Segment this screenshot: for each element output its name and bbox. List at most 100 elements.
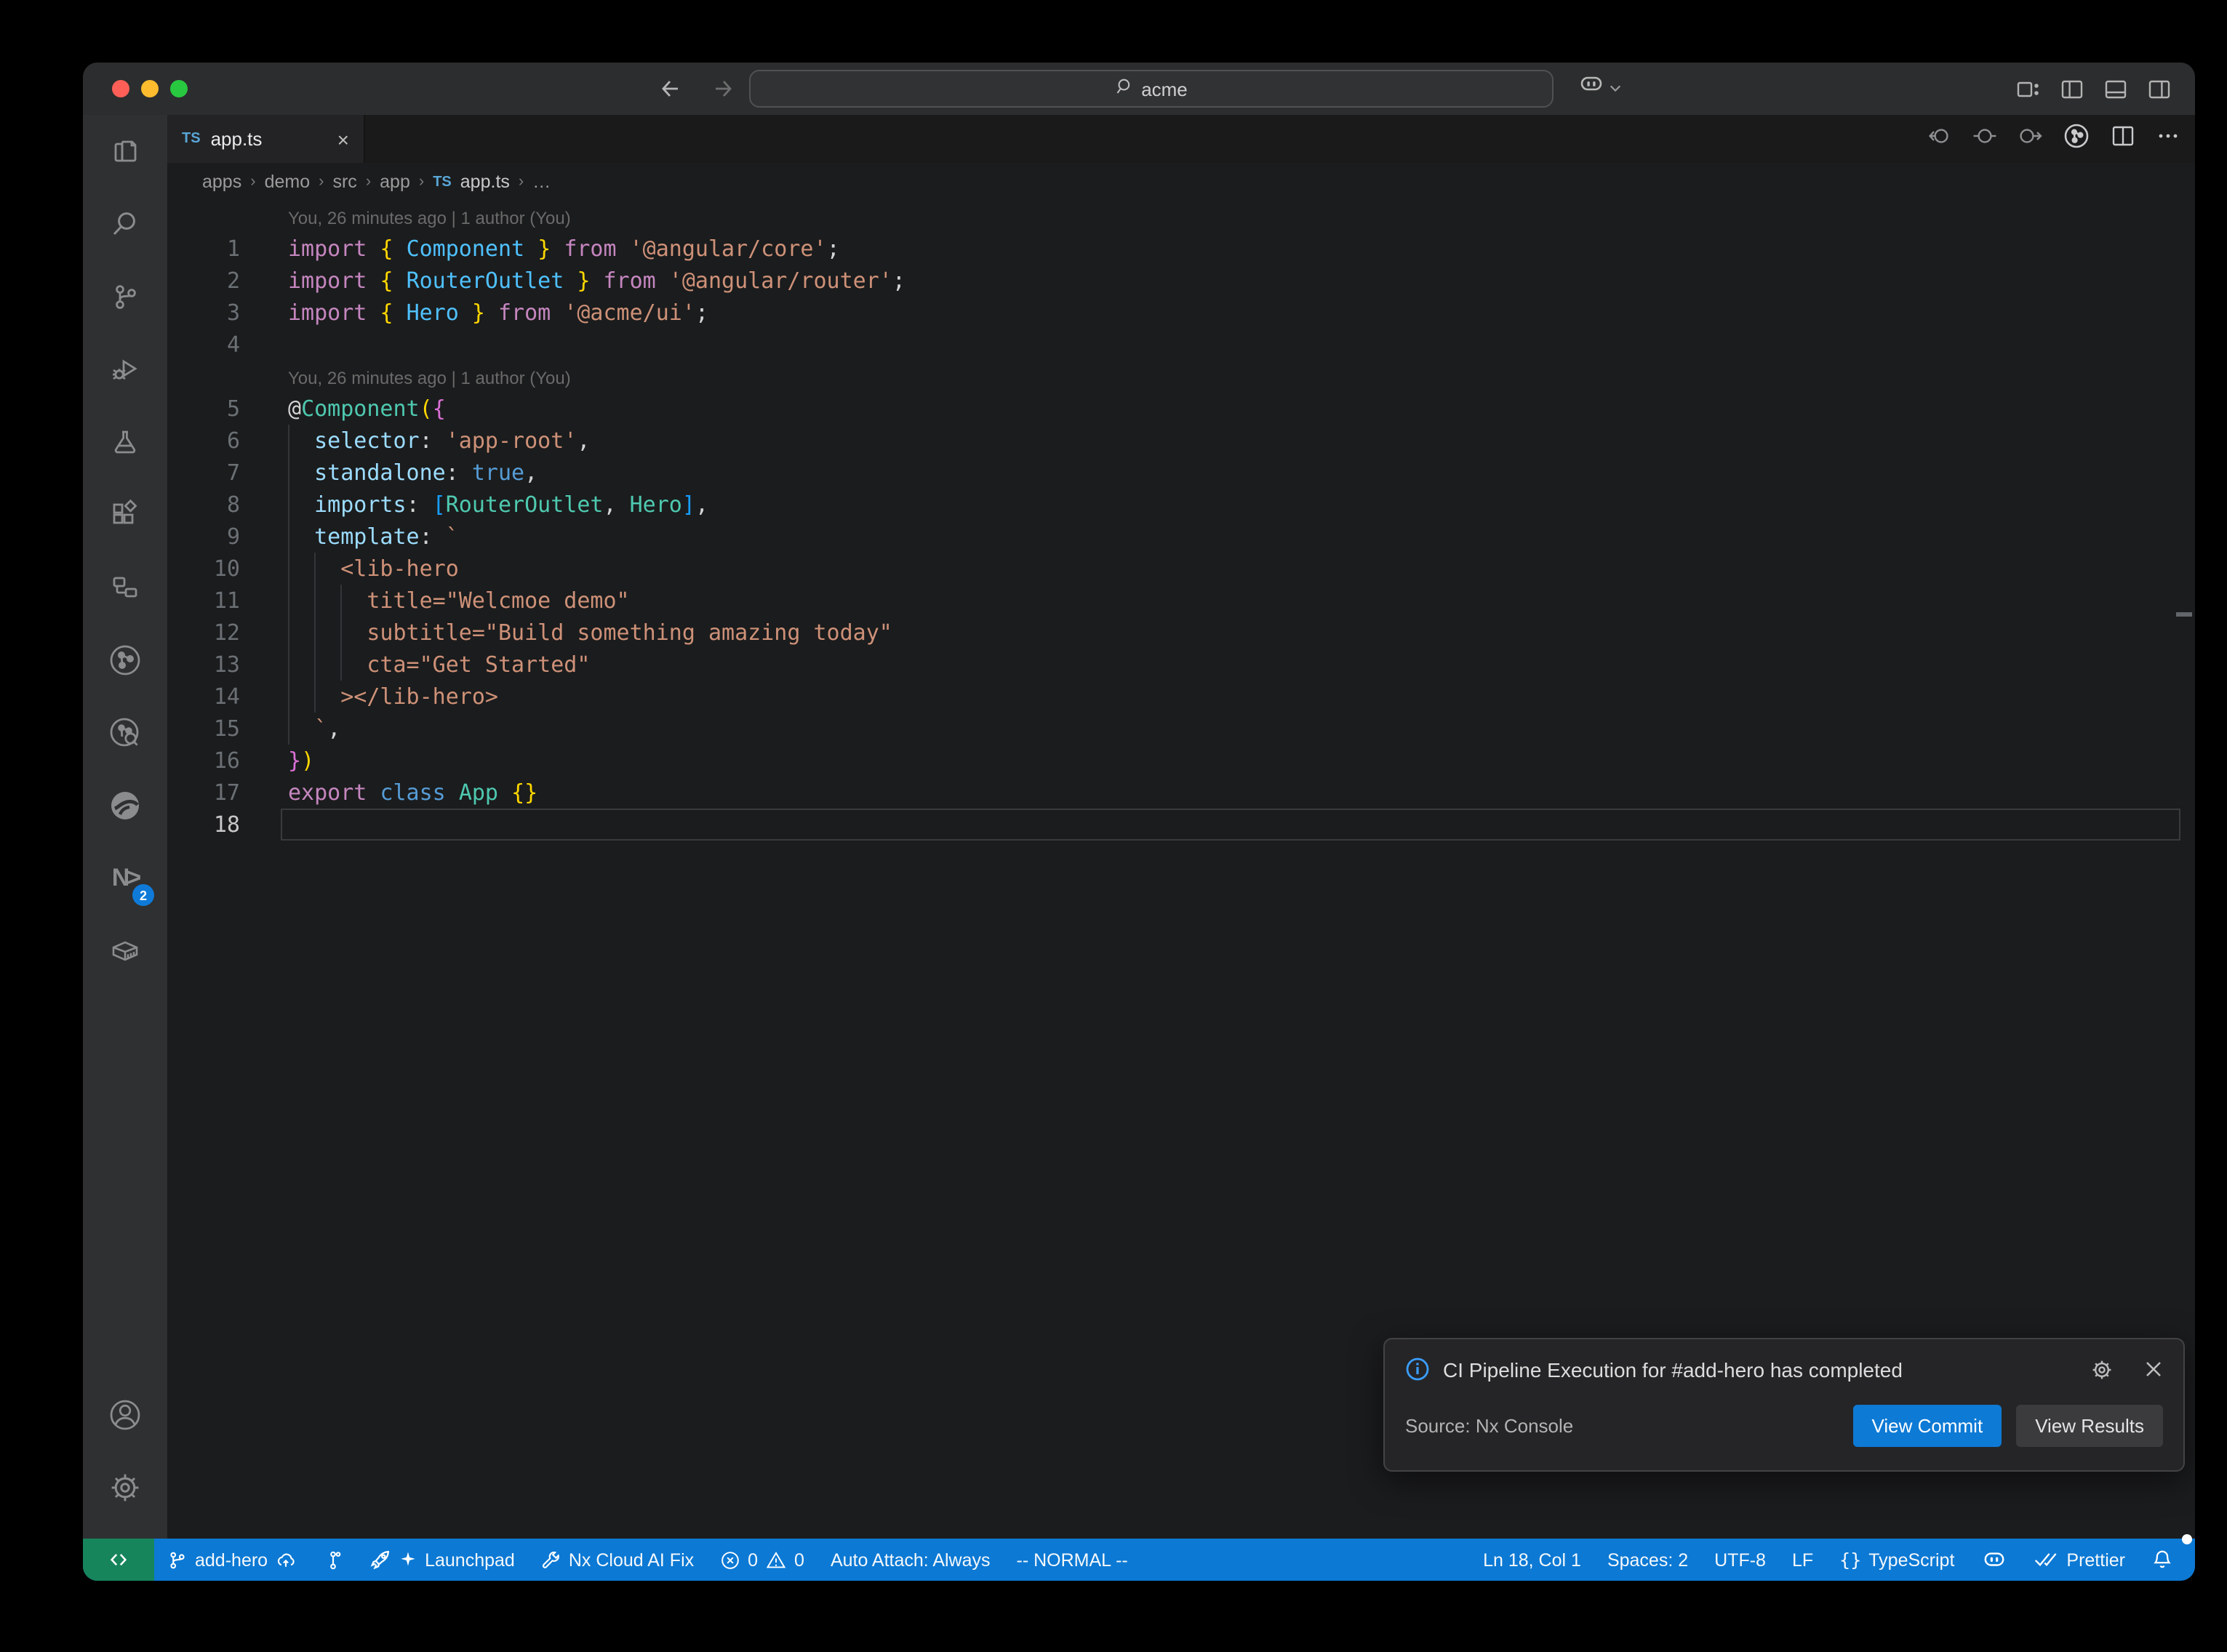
nav-forward-circle-icon[interactable] (2018, 123, 2042, 155)
zoom-window-button[interactable] (170, 80, 188, 97)
toggle-secondary-sidebar-icon[interactable] (2147, 76, 2172, 101)
swirl-extension-icon[interactable] (83, 769, 167, 842)
vim-mode-status[interactable]: -- NORMAL -- (1004, 1539, 1141, 1581)
code-line[interactable]: 8 imports: [RouterOutlet, Hero], (167, 489, 2195, 521)
blame-annotation[interactable]: You, 26 minutes ago | 1 author (You) (167, 361, 2195, 393)
code-line[interactable]: 5@Component({ (167, 393, 2195, 425)
git-branch-status[interactable]: add-hero (154, 1539, 310, 1581)
nav-current-circle-icon[interactable] (1972, 123, 1997, 155)
view-results-button[interactable]: View Results (2016, 1405, 2163, 1447)
navigate-back-icon[interactable] (659, 77, 682, 100)
breadcrumb-item[interactable]: src (332, 172, 356, 192)
problems-status[interactable]: 0 0 (707, 1539, 817, 1581)
settings-gear-icon[interactable] (83, 1451, 167, 1524)
copilot-status[interactable] (1967, 1539, 2020, 1581)
more-actions-icon[interactable] (2156, 123, 2180, 155)
code-line[interactable]: 12 subtitle="Build something amazing tod… (167, 617, 2195, 649)
branch-name: add-hero (195, 1549, 268, 1570)
indentation-status[interactable]: Spaces: 2 (1594, 1539, 1701, 1581)
chevron-right-icon: › (366, 173, 371, 191)
line-number: 11 (167, 585, 240, 617)
launchpad-status[interactable]: Launchpad (356, 1539, 528, 1581)
encoding-status[interactable]: UTF-8 (1701, 1539, 1779, 1581)
auto-attach-status[interactable]: Auto Attach: Always (817, 1539, 1004, 1581)
minimize-window-button[interactable] (141, 80, 159, 97)
code-text: export class App {} (288, 777, 537, 809)
split-editor-icon[interactable] (2111, 123, 2135, 155)
explorer-icon[interactable] (83, 115, 167, 188)
eol-status[interactable]: LF (1779, 1539, 1826, 1581)
nx-graph-search-icon[interactable] (83, 697, 167, 769)
line-number: 16 (167, 745, 240, 777)
line-number: 3 (167, 297, 240, 329)
code-text: ></lib-hero> (288, 681, 498, 713)
copilot-menu[interactable] (1578, 73, 1622, 103)
code-line[interactable]: 6 selector: 'app-root', (167, 425, 2195, 457)
language-mode-status[interactable]: {} TypeScript (1826, 1539, 1967, 1581)
testing-icon[interactable] (83, 406, 167, 478)
window-controls[interactable] (112, 80, 188, 97)
notification-settings-gear-icon[interactable] (2090, 1358, 2114, 1381)
close-window-button[interactable] (112, 80, 129, 97)
notifications-bell[interactable] (2138, 1539, 2186, 1581)
search-sidebar-icon[interactable] (83, 188, 167, 260)
line-number: 10 (167, 553, 240, 585)
current-line-highlight (281, 809, 2180, 841)
line-number: 5 (167, 393, 240, 425)
nx-graph-icon[interactable] (83, 624, 167, 697)
typescript-file-icon: TS (182, 131, 201, 147)
run-debug-icon[interactable] (83, 333, 167, 406)
package-icon[interactable] (83, 915, 167, 987)
breadcrumb: apps › demo › src › app › TS app.ts › … (167, 163, 2195, 201)
hierarchy-icon[interactable] (83, 551, 167, 624)
code-line[interactable]: 13 cta="Get Started" (167, 649, 2195, 681)
code-line[interactable]: 4 (167, 329, 2195, 361)
breadcrumb-item[interactable]: demo (265, 172, 311, 192)
code-line[interactable]: 16}) (167, 745, 2195, 777)
copilot-icon (1578, 73, 1604, 103)
code-text: cta="Get Started" (288, 649, 590, 681)
code-line[interactable]: 3import { Hero } from '@acme/ui'; (167, 297, 2195, 329)
tab-app-ts[interactable]: TS app.ts × (167, 115, 365, 163)
remote-indicator[interactable] (83, 1539, 154, 1581)
toggle-panel-icon[interactable] (2103, 76, 2128, 101)
copilot-icon (1980, 1549, 2007, 1571)
breadcrumb-item[interactable]: app.ts (460, 172, 510, 192)
customize-layout-icon[interactable] (2016, 76, 2041, 101)
toggle-primary-sidebar-icon[interactable] (2060, 76, 2084, 101)
nx-graph-action-icon[interactable] (2063, 121, 2090, 156)
code-line[interactable]: 9 template: ` (167, 521, 2195, 553)
nx-badge: 2 (132, 884, 154, 906)
breadcrumb-item[interactable]: app (380, 172, 410, 192)
code-line[interactable]: 7 standalone: true, (167, 457, 2195, 489)
pipeline-status-icon[interactable] (310, 1539, 356, 1581)
tab-close-icon[interactable]: × (337, 127, 349, 151)
editor-group: TS app.ts × apps › (167, 115, 2195, 1539)
notification-close-icon[interactable] (2144, 1360, 2163, 1379)
breadcrumb-item[interactable]: apps (202, 172, 241, 192)
nx-cloud-fix-status[interactable]: Nx Cloud AI Fix (528, 1539, 707, 1581)
code-line[interactable]: 11 title="Welcmoe demo" (167, 585, 2195, 617)
warning-count: 0 (794, 1549, 804, 1570)
cursor-position-status[interactable]: Ln 18, Col 1 (1470, 1539, 1594, 1581)
code-line[interactable]: 17export class App {} (167, 777, 2195, 809)
formatter-status[interactable]: Prettier (2020, 1539, 2138, 1581)
nx-console-icon[interactable]: N> 2 (83, 842, 167, 915)
blame-annotation[interactable]: You, 26 minutes ago | 1 author (You) (167, 201, 2195, 233)
extensions-icon[interactable] (83, 478, 167, 551)
account-icon[interactable] (83, 1379, 167, 1451)
code-line[interactable]: 10 <lib-hero (167, 553, 2195, 585)
code-line[interactable]: 15 `, (167, 713, 2195, 745)
chevron-right-icon: › (419, 173, 424, 191)
command-center-search[interactable]: acme (749, 70, 1554, 108)
view-commit-button[interactable]: View Commit (1853, 1405, 2002, 1447)
line-number: 8 (167, 489, 240, 521)
navigate-forward-icon[interactable] (711, 77, 735, 100)
breadcrumb-ellipsis[interactable]: … (532, 172, 551, 192)
nav-back-circle-icon[interactable] (1927, 123, 1952, 155)
search-icon (1115, 77, 1134, 100)
code-line[interactable]: 14 ></lib-hero> (167, 681, 2195, 713)
code-line[interactable]: 1import { Component } from '@angular/cor… (167, 233, 2195, 265)
code-line[interactable]: 2import { RouterOutlet } from '@angular/… (167, 265, 2195, 297)
source-control-icon[interactable] (83, 260, 167, 333)
